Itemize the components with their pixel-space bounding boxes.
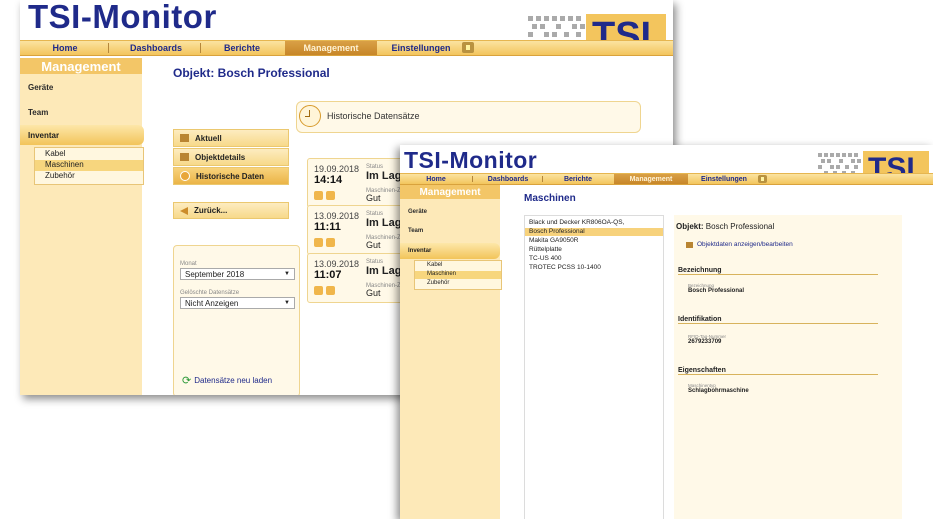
nav-einstellungen[interactable]: Einstellungen bbox=[380, 41, 462, 55]
nav-dashboards[interactable]: Dashboards bbox=[474, 174, 542, 184]
front-window: TSI-Monitor TSI Home Dashboards Berichte… bbox=[400, 145, 933, 519]
section-eigenschaften: Eigenschaften bbox=[678, 367, 878, 375]
sidebar-item-geraete[interactable]: Geräte bbox=[28, 83, 53, 92]
pencil-icon[interactable] bbox=[326, 238, 335, 247]
sidebar-submenu: Kabel Maschinen Zubehör bbox=[34, 147, 144, 185]
box-icon bbox=[180, 134, 189, 142]
nav-berichte[interactable]: Berichte bbox=[202, 41, 282, 55]
sidebar-submenu: Kabel Maschinen Zubehör bbox=[414, 260, 502, 290]
nav-dashboards[interactable]: Dashboards bbox=[112, 41, 200, 55]
sidebar-sub-maschinen[interactable]: Maschinen bbox=[415, 271, 501, 279]
nav-home[interactable]: Home bbox=[408, 174, 464, 184]
sidebar-item-inventar[interactable]: Inventar bbox=[400, 243, 500, 259]
key-icon[interactable] bbox=[314, 191, 323, 200]
refresh-icon: ⟳ bbox=[182, 375, 192, 387]
detail-panel: Objekt: Bosch Professional Objektdaten a… bbox=[674, 215, 902, 519]
nav-management[interactable]: Management bbox=[614, 174, 688, 184]
sidebar: Management Geräte Team Inventar Kabel Ma… bbox=[400, 185, 502, 519]
nav-management[interactable]: Management bbox=[285, 41, 377, 55]
field-value: 2679233709 bbox=[688, 339, 722, 345]
nav-home[interactable]: Home bbox=[30, 41, 100, 55]
section-bezeichnung: Bezeichnung bbox=[678, 267, 878, 275]
lock-icon[interactable] bbox=[462, 42, 474, 53]
arrow-left-icon bbox=[180, 206, 188, 215]
sidebar: Management Geräte Team Inventar Kabel Ma… bbox=[20, 58, 144, 395]
box-icon bbox=[686, 241, 693, 248]
edit-object-link[interactable]: Objektdaten anzeigen/bearbeiten bbox=[686, 241, 793, 248]
sidebar-item-team[interactable]: Team bbox=[408, 228, 423, 234]
pencil-icon[interactable] bbox=[326, 191, 335, 200]
list-item[interactable]: Black und Decker KR806OA-QS, bbox=[525, 219, 663, 227]
sidebar-item-label: Inventar bbox=[28, 131, 60, 140]
action-objektdetails[interactable]: Objektdetails bbox=[173, 148, 289, 166]
sidebar-sub-kabel[interactable]: Kabel bbox=[415, 262, 501, 270]
section-identifikation: Identifikation bbox=[678, 316, 878, 324]
field-value: Bosch Professional bbox=[688, 288, 745, 294]
clock-icon bbox=[299, 105, 321, 127]
key-icon[interactable] bbox=[314, 286, 323, 295]
field-value: Schlagbohrmaschine bbox=[688, 388, 749, 394]
sidebar-sub-kabel[interactable]: Kabel bbox=[35, 149, 143, 160]
reload-link[interactable]: ⟳ Datensätze neu laden bbox=[182, 374, 272, 387]
machine-list: Black und Decker KR806OA-QS, Bosch Profe… bbox=[524, 215, 664, 519]
sidebar-header: Management bbox=[20, 58, 142, 74]
clock-icon bbox=[180, 171, 190, 181]
month-select[interactable]: September 2018 ▼ bbox=[180, 268, 295, 280]
sidebar-item-geraete[interactable]: Geräte bbox=[408, 209, 427, 215]
sidebar-item-inventar[interactable]: Inventar bbox=[20, 125, 144, 145]
list-item[interactable]: Rüttelplatte bbox=[525, 246, 663, 254]
filter-panel: Monat September 2018 ▼ Gelöschte Datensät… bbox=[173, 245, 300, 395]
sidebar-sub-zubehoer[interactable]: Zubehör bbox=[35, 171, 143, 182]
box-icon bbox=[180, 153, 189, 161]
main-nav: Home Dashboards Berichte Management Eins… bbox=[20, 40, 673, 56]
main-nav: Home Dashboards Berichte Management Eins… bbox=[400, 173, 933, 185]
detail-object-title: Objekt: Bosch Professional bbox=[676, 222, 775, 231]
history-title: Historische Datensätze bbox=[327, 111, 420, 121]
brand-title: TSI-Monitor bbox=[404, 147, 538, 173]
sidebar-sub-maschinen[interactable]: Maschinen bbox=[35, 160, 143, 171]
lock-icon[interactable] bbox=[758, 175, 767, 183]
key-icon[interactable] bbox=[314, 238, 323, 247]
back-button[interactable]: Zurück... bbox=[173, 202, 289, 219]
brand-title: TSI-Monitor bbox=[28, 0, 217, 35]
sidebar-item-label: Inventar bbox=[408, 248, 432, 254]
chevron-down-icon: ▼ bbox=[284, 300, 290, 306]
month-label: Monat bbox=[180, 261, 197, 267]
deleted-select[interactable]: Nicht Anzeigen ▼ bbox=[180, 297, 295, 309]
nav-einstellungen[interactable]: Einstellungen bbox=[692, 174, 756, 184]
list-item[interactable]: TROTEC PCSS 10-1400 bbox=[525, 264, 663, 272]
list-item[interactable]: Bosch Professional bbox=[525, 228, 663, 236]
sidebar-item-team[interactable]: Team bbox=[28, 108, 48, 117]
chevron-down-icon: ▼ bbox=[284, 271, 290, 277]
history-panel: Historische Datensätze bbox=[296, 101, 641, 133]
nav-berichte[interactable]: Berichte bbox=[546, 174, 610, 184]
pencil-icon[interactable] bbox=[326, 286, 335, 295]
list-item[interactable]: Makita GA9050R bbox=[525, 237, 663, 245]
sidebar-header: Management bbox=[400, 185, 500, 199]
page-title: Objekt: Bosch Professional bbox=[173, 66, 330, 80]
deleted-label: Gelöschte Datensätze bbox=[180, 290, 240, 296]
action-aktuell[interactable]: Aktuell bbox=[173, 129, 289, 147]
list-item[interactable]: TC-US 400 bbox=[525, 255, 663, 263]
page-title: Maschinen bbox=[524, 193, 576, 204]
action-historische-daten[interactable]: Historische Daten bbox=[173, 167, 289, 185]
sidebar-sub-zubehoer[interactable]: Zubehör bbox=[415, 280, 501, 288]
